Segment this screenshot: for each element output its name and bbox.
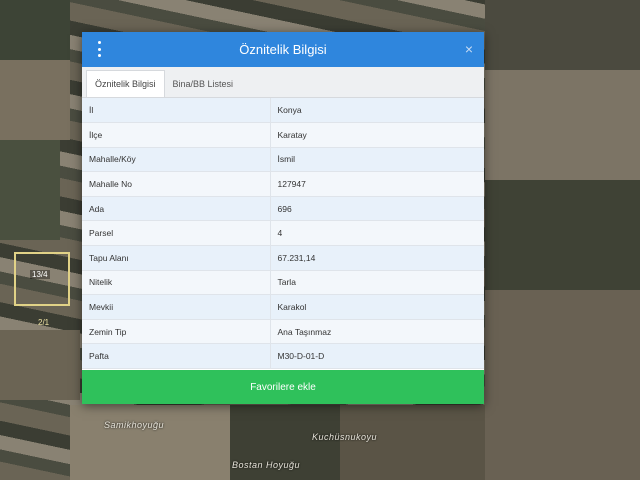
table-row: Ada 696 bbox=[82, 196, 484, 222]
table-row: Tapu Alanı 67.231,14 bbox=[82, 245, 484, 271]
table-row: Pafta M30-D-01-D bbox=[82, 343, 484, 370]
map-field bbox=[485, 290, 640, 480]
dialog-title: Öznitelik Bilgisi bbox=[239, 42, 327, 57]
parcel-number-label: 13/4 bbox=[30, 270, 50, 279]
attribute-value: 67.231,14 bbox=[270, 245, 484, 271]
map-field bbox=[0, 0, 70, 60]
map-field bbox=[70, 405, 230, 480]
map-field bbox=[340, 405, 485, 480]
table-row: Mevkii Karakol bbox=[82, 294, 484, 320]
attribute-key: Mahalle No bbox=[82, 171, 271, 197]
attribute-info-dialog: Öznitelik Bilgisi × Öznitelik Bilgisi Bi… bbox=[82, 32, 484, 404]
map-field bbox=[485, 0, 640, 70]
table-row: Mahalle/Köy İsmil bbox=[82, 147, 484, 173]
map-field bbox=[485, 180, 640, 290]
tab-building-list[interactable]: Bina/BB Listesi bbox=[165, 71, 242, 97]
table-row: Nitelik Tarla bbox=[82, 270, 484, 296]
parcel-number-label: 2/1 bbox=[38, 318, 50, 327]
attribute-value: Ana Taşınmaz bbox=[270, 319, 484, 345]
map-place-label: Kuchüsnukoyu bbox=[312, 432, 378, 442]
table-row: Mahalle No 127947 bbox=[82, 171, 484, 197]
table-row: İl Konya bbox=[82, 98, 484, 124]
dialog-header: Öznitelik Bilgisi × bbox=[82, 32, 484, 67]
attribute-value: 696 bbox=[270, 196, 484, 222]
table-row: İlçe Karatay bbox=[82, 122, 484, 148]
attribute-key: Tapu Alanı bbox=[82, 245, 271, 271]
attribute-key: Zemin Tip bbox=[82, 319, 271, 345]
attribute-value: 127947 bbox=[270, 171, 484, 197]
attribute-value: Karakol bbox=[270, 294, 484, 320]
attribute-value: Karatay bbox=[270, 122, 484, 148]
attribute-value: İsmil bbox=[270, 147, 484, 173]
attribute-key: İlçe bbox=[82, 122, 271, 148]
tab-attribute-info[interactable]: Öznitelik Bilgisi bbox=[86, 70, 165, 97]
attribute-key: Mahalle/Köy bbox=[82, 147, 271, 173]
attribute-value: Konya bbox=[270, 98, 484, 124]
attribute-value: M30-D-01-D bbox=[270, 343, 484, 370]
map-place-label: Bostan Hoyuğu bbox=[232, 460, 301, 470]
map-field bbox=[485, 70, 640, 180]
attribute-key: Ada bbox=[82, 196, 271, 222]
attribute-value: 4 bbox=[270, 220, 484, 247]
attribute-value: Tarla bbox=[270, 270, 484, 296]
close-icon[interactable]: × bbox=[465, 41, 473, 57]
map-field bbox=[0, 60, 70, 140]
tab-bar: Öznitelik Bilgisi Bina/BB Listesi bbox=[82, 67, 484, 98]
attribute-key: Parsel bbox=[82, 220, 271, 247]
attribute-table: İl Konya İlçe Karatay Mahalle/Köy İsmil Mahall… bbox=[82, 98, 484, 370]
vertical-dots-icon[interactable] bbox=[96, 41, 102, 57]
map-field bbox=[0, 330, 80, 400]
attribute-key: Nitelik bbox=[82, 270, 271, 296]
table-row: Parsel 4 bbox=[82, 220, 484, 247]
table-row: Zemin Tip Ana Taşınmaz bbox=[82, 319, 484, 345]
add-to-favorites-button[interactable]: Favorilere ekle bbox=[82, 370, 484, 404]
parcel-outline[interactable] bbox=[14, 252, 70, 306]
map-field bbox=[0, 140, 60, 240]
attribute-key: Pafta bbox=[82, 343, 271, 370]
attribute-key: Mevkii bbox=[82, 294, 271, 320]
map-place-label: Samikhoyuğu bbox=[104, 420, 165, 430]
attribute-key: İl bbox=[82, 98, 271, 124]
